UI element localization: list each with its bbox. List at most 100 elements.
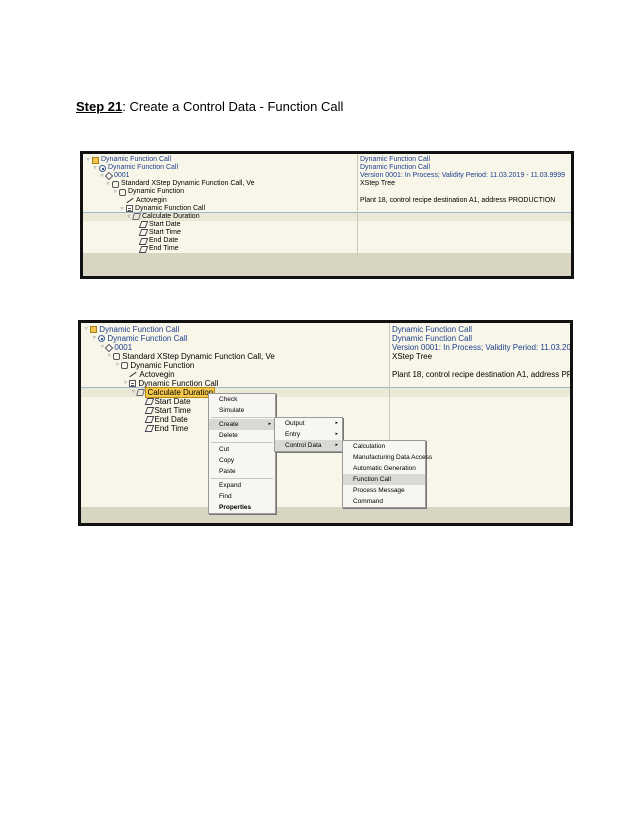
detail-row: Dynamic Function Call <box>360 156 431 163</box>
step-heading: Step 21: Create a Control Data - Functio… <box>76 99 343 114</box>
detail-row: Version 0001: In Process; Validity Perio… <box>392 343 570 352</box>
tree-node[interactable]: ▿ 0001 <box>99 171 130 181</box>
expand-toggle-icon[interactable]: ▿ <box>114 361 120 370</box>
chevron-right-icon: ▸ <box>335 442 338 448</box>
tree-node[interactable]: End Date <box>139 415 188 424</box>
chevron-right-icon: ▸ <box>335 431 338 437</box>
submenu-item-function-call[interactable]: Function Call <box>343 474 425 485</box>
tree-node[interactable]: ▿ Dynamic Function Call <box>122 379 219 388</box>
tree-node[interactable]: ▿ Standard XStep Dynamic Function Call, V… <box>105 180 254 188</box>
expand-toggle-icon[interactable]: ▿ <box>92 164 98 172</box>
expand-toggle-icon[interactable]: ▿ <box>105 180 111 188</box>
xstep-tree-panel-2: ▿ Dynamic Function Call ▿ Dynamic Function … <box>81 323 570 523</box>
tree-node-label: End Date <box>149 237 179 244</box>
parameter-icon <box>144 425 154 432</box>
menu-item-expand[interactable]: Expand <box>209 480 275 491</box>
process-icon <box>99 164 106 172</box>
parameter-icon <box>144 398 154 405</box>
tree-node[interactable]: ▿ Standard XStep Dynamic Function Call, V… <box>106 352 275 361</box>
wand-icon <box>129 371 137 378</box>
tree-node[interactable]: ▿ Dynamic Function <box>112 188 184 196</box>
tree-node[interactable]: ▿ Dynamic Function <box>114 361 195 370</box>
submenu-item-automatic-generation[interactable]: Automatic Generation <box>343 463 425 474</box>
phase-icon <box>104 171 114 181</box>
detail-row: Dynamic Function Call <box>360 164 431 172</box>
tree-node[interactable]: ▿ Dynamic Function Call <box>85 156 171 164</box>
tree-node[interactable]: ▿ Calculate Duration <box>130 387 216 398</box>
menu-item-create-label: Create <box>219 421 239 428</box>
menu-item-create[interactable]: Create ▸ <box>209 419 275 430</box>
menu-item-simulate[interactable]: Simulate <box>209 405 275 416</box>
tree-node[interactable]: End Time <box>139 424 188 433</box>
tree-node-label: 0001 <box>114 172 130 180</box>
tree-node[interactable]: ▿ Dynamic Function Call <box>91 334 188 343</box>
submenu-item-process-message[interactable]: Process Message <box>343 485 425 496</box>
tree-node-label: Dynamic Function Call <box>135 204 206 212</box>
parameter-icon <box>144 407 154 414</box>
menu-item-cut[interactable]: Cut <box>209 444 275 455</box>
screenshot-2: ▿ Dynamic Function Call ▿ Dynamic Function … <box>78 320 573 526</box>
expand-toggle-icon[interactable]: ▿ <box>119 205 125 213</box>
submenu-item-calculation[interactable]: Calculation <box>343 441 425 452</box>
tree-node[interactable]: Actovegin <box>122 370 174 379</box>
expand-toggle-icon[interactable]: ▿ <box>112 188 118 196</box>
calculation-icon <box>132 213 141 221</box>
step-number: Step 21 <box>76 99 123 114</box>
menu-item-paste[interactable]: Paste <box>209 466 275 477</box>
step-description: : Create a Control Data - Function Call <box>122 99 344 114</box>
tree-node[interactable]: Start Date <box>133 221 181 229</box>
detail-row: Dynamic Function Call <box>392 325 473 334</box>
tree-node[interactable]: ▿ 0001 <box>99 343 132 352</box>
submenu-item-output-label: Output <box>285 420 305 427</box>
chevron-right-icon: ▸ <box>335 420 338 426</box>
tree-node[interactable]: Start Time <box>133 229 181 237</box>
screenshot-1: ▿ Dynamic Function Call ▿ Dynamic Function … <box>80 151 574 279</box>
detail-row: XStep Tree <box>392 352 433 361</box>
menu-item-check[interactable]: Check <box>209 394 275 405</box>
tree-node[interactable]: End Time <box>133 245 179 253</box>
tree-node[interactable]: ▿ Calculate Duration <box>126 213 200 221</box>
tree-node[interactable]: ▿ Dynamic Function Call <box>92 164 178 172</box>
parameter-icon <box>138 229 149 237</box>
tree-node-label: Dynamic Function Call <box>99 325 180 334</box>
expand-toggle-icon[interactable]: ▿ <box>85 156 91 164</box>
tree-node[interactable]: End Date <box>133 237 178 245</box>
submenu-item-control-data[interactable]: Control Data ▸ <box>275 440 342 451</box>
tree-node-label: 0001 <box>114 343 133 352</box>
tree-node-label: Start Date <box>154 397 191 406</box>
submenu-item-manufacturing-data-access[interactable]: Manufacturing Data Access <box>343 452 432 463</box>
tree-node-label: Actovegin <box>136 196 167 204</box>
tree-node-label: Actovegin <box>139 370 175 379</box>
tree-node[interactable]: Start Time <box>139 406 191 415</box>
parameter-icon <box>138 221 149 229</box>
expand-toggle-icon[interactable]: ▿ <box>122 379 128 388</box>
tree-node-label: Start Time <box>149 228 181 236</box>
detail-row: Plant 18, control recipe destination A1,… <box>392 370 570 379</box>
submenu-item-output[interactable]: Output ▸ <box>275 418 342 429</box>
tree-node-label: Dynamic Function <box>130 361 195 370</box>
tree-node[interactable]: ▿ Dynamic Function Call <box>83 325 180 334</box>
tree-node[interactable]: ▿ Dynamic Function Call <box>119 205 205 213</box>
menu-item-find[interactable]: Find <box>209 491 275 502</box>
parameter-icon <box>138 237 149 245</box>
detail-row: XStep Tree <box>360 180 396 188</box>
tree-node[interactable]: Start Date <box>139 397 191 406</box>
expand-toggle-icon[interactable]: ▿ <box>106 352 112 361</box>
menu-item-properties[interactable]: Properties <box>209 502 275 513</box>
tree-node-label: Start Time <box>154 406 191 415</box>
tree-node-label: Dynamic Function Call <box>101 156 172 163</box>
tree-node-label: Calculate Duration <box>145 387 216 398</box>
expand-toggle-icon[interactable]: ▿ <box>91 334 97 343</box>
tree-node[interactable]: Actovegin <box>119 197 167 205</box>
detail-row: Plant 18, control recipe destination A1,… <box>360 196 556 204</box>
expand-toggle-icon[interactable]: ▿ <box>83 325 89 334</box>
create-submenu: Output ▸ Entry ▸ Control Data ▸ <box>274 417 343 452</box>
submenu-item-entry[interactable]: Entry ▸ <box>275 429 342 440</box>
tree-node-label: Dynamic Function Call <box>107 334 188 343</box>
menu-item-delete[interactable]: Delete <box>209 430 275 441</box>
menu-item-copy[interactable]: Copy <box>209 455 275 466</box>
tree-node-label: Dynamic Function <box>128 188 185 196</box>
tree-node-label: End Time <box>149 245 179 253</box>
submenu-item-command[interactable]: Command <box>343 496 425 507</box>
submenu-item-control-data-label: Control Data <box>285 442 322 449</box>
